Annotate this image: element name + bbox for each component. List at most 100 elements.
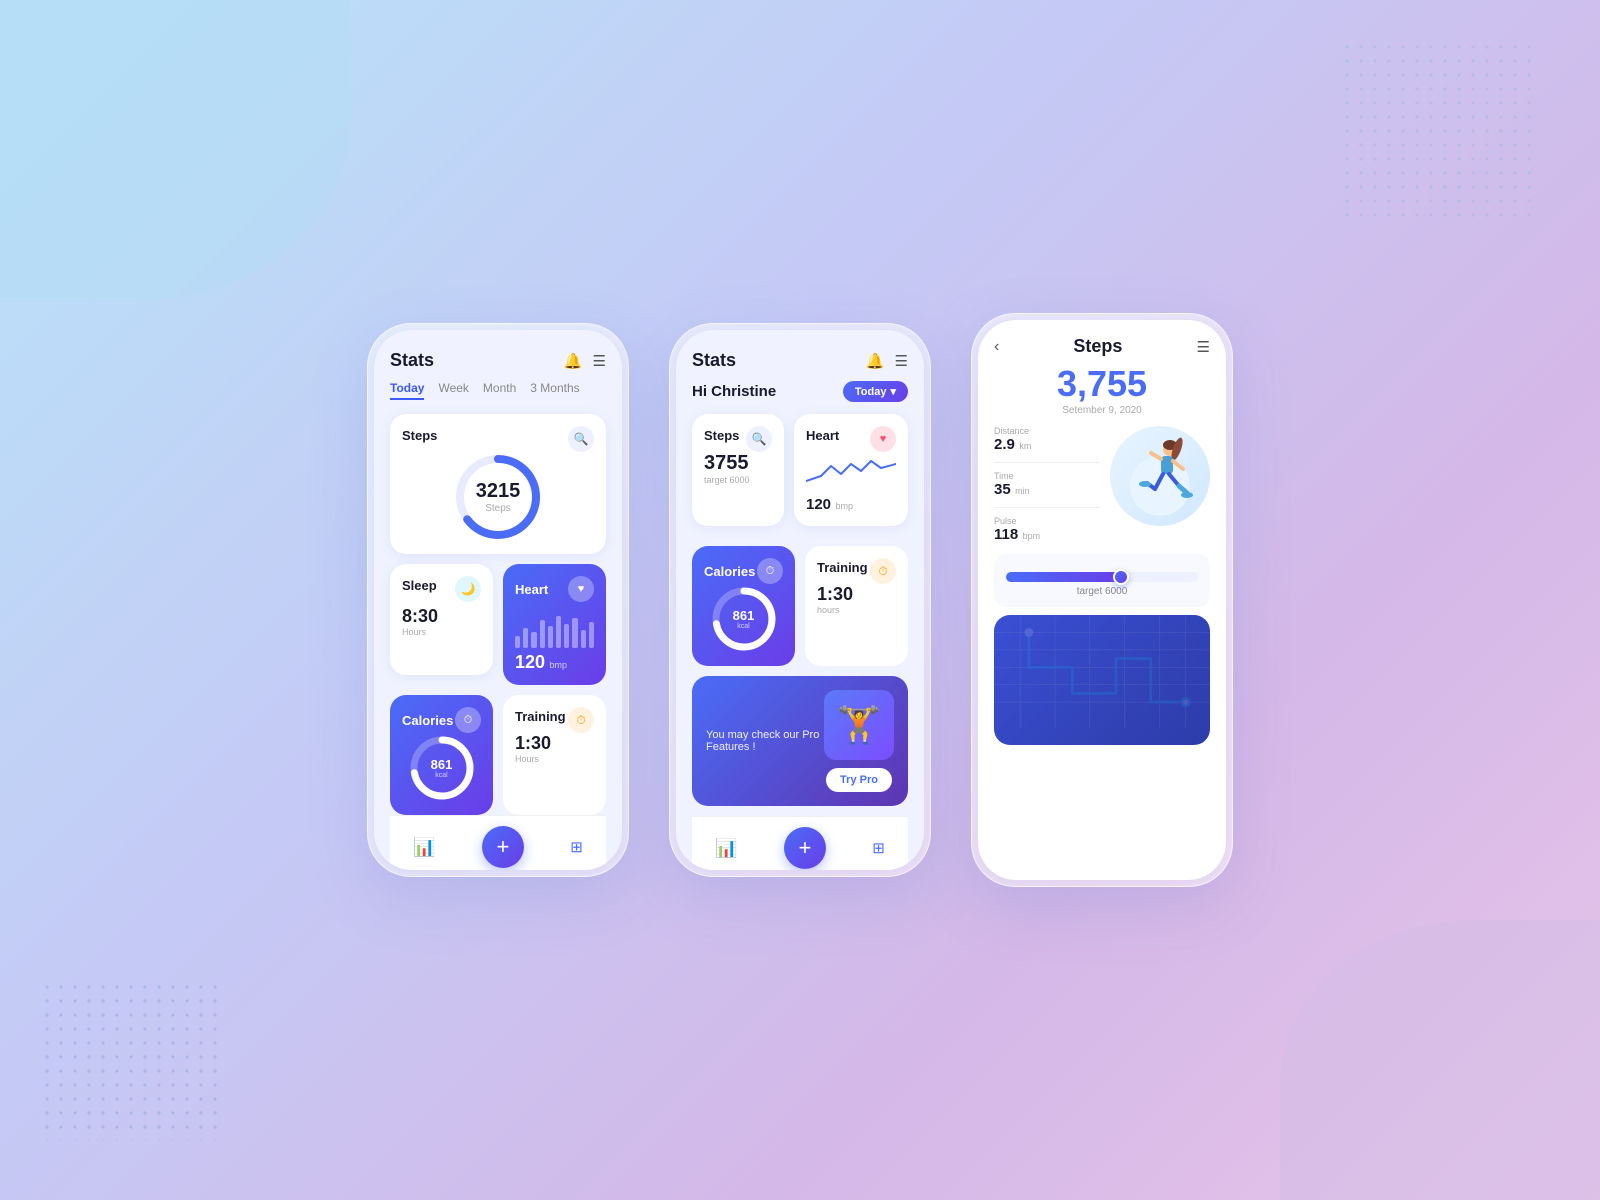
today-badge[interactable]: Today ▾: [843, 381, 908, 402]
promo-card: You may check our Pro Features ! 🏋️ Try …: [692, 676, 908, 806]
sleep-unit: Hours: [402, 627, 481, 637]
heart-icon: ♥: [568, 576, 594, 602]
tab-today[interactable]: Today: [390, 381, 424, 400]
progress-section: target 6000: [994, 554, 1210, 607]
promo-text: You may check our Pro Features !: [706, 729, 824, 753]
phone1-tabs: Today Week Month 3 Months: [390, 381, 606, 400]
heart-wave-chart: [806, 456, 896, 496]
pulse-stat: Pulse 118 bpm: [994, 516, 1100, 544]
phone1-header-icons: 🔔 ☰: [564, 352, 606, 370]
phone2-steps-icon: 🔍: [746, 426, 772, 452]
phone2-bottom-nav: 📊 + ⊞: [692, 816, 908, 870]
tab-3months[interactable]: 3 Months: [530, 381, 579, 400]
phone-1: Stats 🔔 ☰ Today Week Month 3 Months: [367, 323, 629, 877]
phone2-calories-card: Calories ⏱ 861 kc: [692, 546, 795, 666]
bg-dots-bl: [40, 980, 220, 1140]
phone1-title: Stats: [390, 350, 434, 371]
heart-unit: bmp: [550, 660, 568, 670]
phone2-bell-icon[interactable]: 🔔: [866, 352, 885, 370]
time-stat: Time 35 min: [994, 471, 1100, 499]
phone2-top-grid: Steps 🔍 3755 target 6000 Heart ♥: [692, 414, 908, 536]
phone2-heart-unit: bmp: [835, 501, 853, 511]
sleep-heart-grid: Sleep 🌙 8:30 Hours Heart ♥: [390, 564, 606, 685]
menu-icon[interactable]: ☰: [593, 352, 606, 370]
phone2-heart-value: 120: [806, 496, 831, 513]
phone2-calories-value: 861: [733, 608, 755, 623]
calories-value: 861: [431, 757, 453, 772]
sleep-icon: 🌙: [455, 576, 481, 602]
phone2-heart-card: Heart ♥ 120 bm: [794, 414, 908, 526]
phone2-profile-nav-icon[interactable]: ⊞: [872, 839, 885, 857]
calories-training-grid: Calories ⏱ 861 kc: [390, 695, 606, 815]
chart-nav-icon[interactable]: 📊: [413, 837, 435, 858]
phone2-header-icons: 🔔 ☰: [866, 352, 908, 370]
phone2-steps-card: Steps 🔍 3755 target 6000: [692, 414, 784, 526]
phone2-calories-donut: 861 kcal: [709, 584, 779, 654]
profile-nav-icon[interactable]: ⊞: [570, 838, 583, 856]
phone2-calories-unit: kcal: [733, 623, 755, 630]
training-unit: Hours: [515, 754, 594, 764]
pulse-label: Pulse: [994, 516, 1100, 526]
today-badge-label: Today: [855, 386, 887, 398]
calories-donut: 861 kcal: [407, 733, 477, 803]
phone2-heart-icon: ♥: [870, 426, 896, 452]
stats-list: Distance 2.9 km Time 35 min Pulse: [994, 426, 1100, 544]
phone2-menu-icon[interactable]: ☰: [895, 352, 908, 370]
greeting-row: Hi Christine Today ▾: [692, 381, 908, 402]
steps-label: Steps: [402, 428, 437, 443]
steps-card: Steps 🔍 3215 Steps: [390, 414, 606, 554]
promo-figure: 🏋️: [824, 690, 894, 760]
phones-container: Stats 🔔 ☰ Today Week Month 3 Months: [367, 313, 1233, 887]
greeting-text: Hi Christine: [692, 383, 776, 400]
chevron-down-icon: ▾: [890, 385, 896, 398]
tab-month[interactable]: Month: [483, 381, 516, 400]
phone2-steps-value: 3755: [704, 452, 772, 475]
phone2-calories-label: Calories: [704, 564, 755, 579]
progress-target: target 6000: [1006, 586, 1198, 597]
phone3-header: ‹ Steps ☰: [994, 336, 1210, 357]
training-icon: ⏱: [568, 707, 594, 733]
distance-stat: Distance 2.9 km: [994, 426, 1100, 454]
bg-blob-tl: [0, 0, 350, 300]
pulse-unit: bpm: [1023, 531, 1041, 541]
sleep-label: Sleep: [402, 578, 437, 593]
phone-2: Stats 🔔 ☰ Hi Christine Today ▾: [669, 323, 931, 877]
time-unit: min: [1015, 486, 1030, 496]
calories-icon: ⏱: [455, 707, 481, 733]
tab-week[interactable]: Week: [438, 381, 468, 400]
add-button[interactable]: +: [482, 826, 524, 868]
calories-unit: kcal: [431, 772, 453, 779]
phone2-header: Stats 🔔 ☰: [692, 350, 908, 371]
phone2-chart-nav-icon[interactable]: 📊: [715, 838, 737, 859]
phone3-menu-icon[interactable]: ☰: [1197, 338, 1210, 356]
phone2-steps-target: target 6000: [704, 475, 772, 485]
training-card: Training ⏱ 1:30 Hours: [503, 695, 606, 815]
try-pro-button[interactable]: Try Pro: [826, 768, 892, 792]
phone2-add-button[interactable]: +: [784, 827, 826, 869]
back-button[interactable]: ‹: [994, 338, 999, 356]
distance-unit: km: [1019, 441, 1031, 451]
phone2-heart-label: Heart: [806, 428, 839, 443]
steps-unit: Steps: [476, 503, 521, 514]
phone2-steps-label: Steps: [704, 428, 739, 443]
phone2-bottom-grid: Calories ⏱ 861 kc: [692, 546, 908, 666]
calories-card: Calories ⏱ 861 kc: [390, 695, 493, 815]
phone3-steps-value: 3,755: [994, 363, 1210, 405]
progress-fill: [1006, 572, 1125, 582]
time-value: 35: [994, 481, 1011, 498]
phone2-training-icon: ⏱: [870, 558, 896, 584]
phone1-bottom-nav: 📊 + ⊞: [390, 815, 606, 870]
phone3-date: Setember 9, 2020: [994, 405, 1210, 416]
bell-icon[interactable]: 🔔: [564, 352, 583, 370]
heart-card: Heart ♥: [503, 564, 606, 685]
steps-circle: 3215 Steps: [402, 452, 594, 542]
phone2-training-unit: hours: [817, 605, 896, 615]
progress-bar-wrap: [1006, 572, 1198, 582]
phone1-header: Stats 🔔 ☰: [390, 350, 606, 371]
phone2-training-label: Training: [817, 560, 868, 575]
time-label: Time: [994, 471, 1100, 481]
phone2-calories-icon: ⏱: [757, 558, 783, 584]
bg-dots-tr: [1340, 40, 1540, 220]
training-label: Training: [515, 709, 566, 724]
phone2-training-card: Training ⏱ 1:30 hours: [805, 546, 908, 666]
